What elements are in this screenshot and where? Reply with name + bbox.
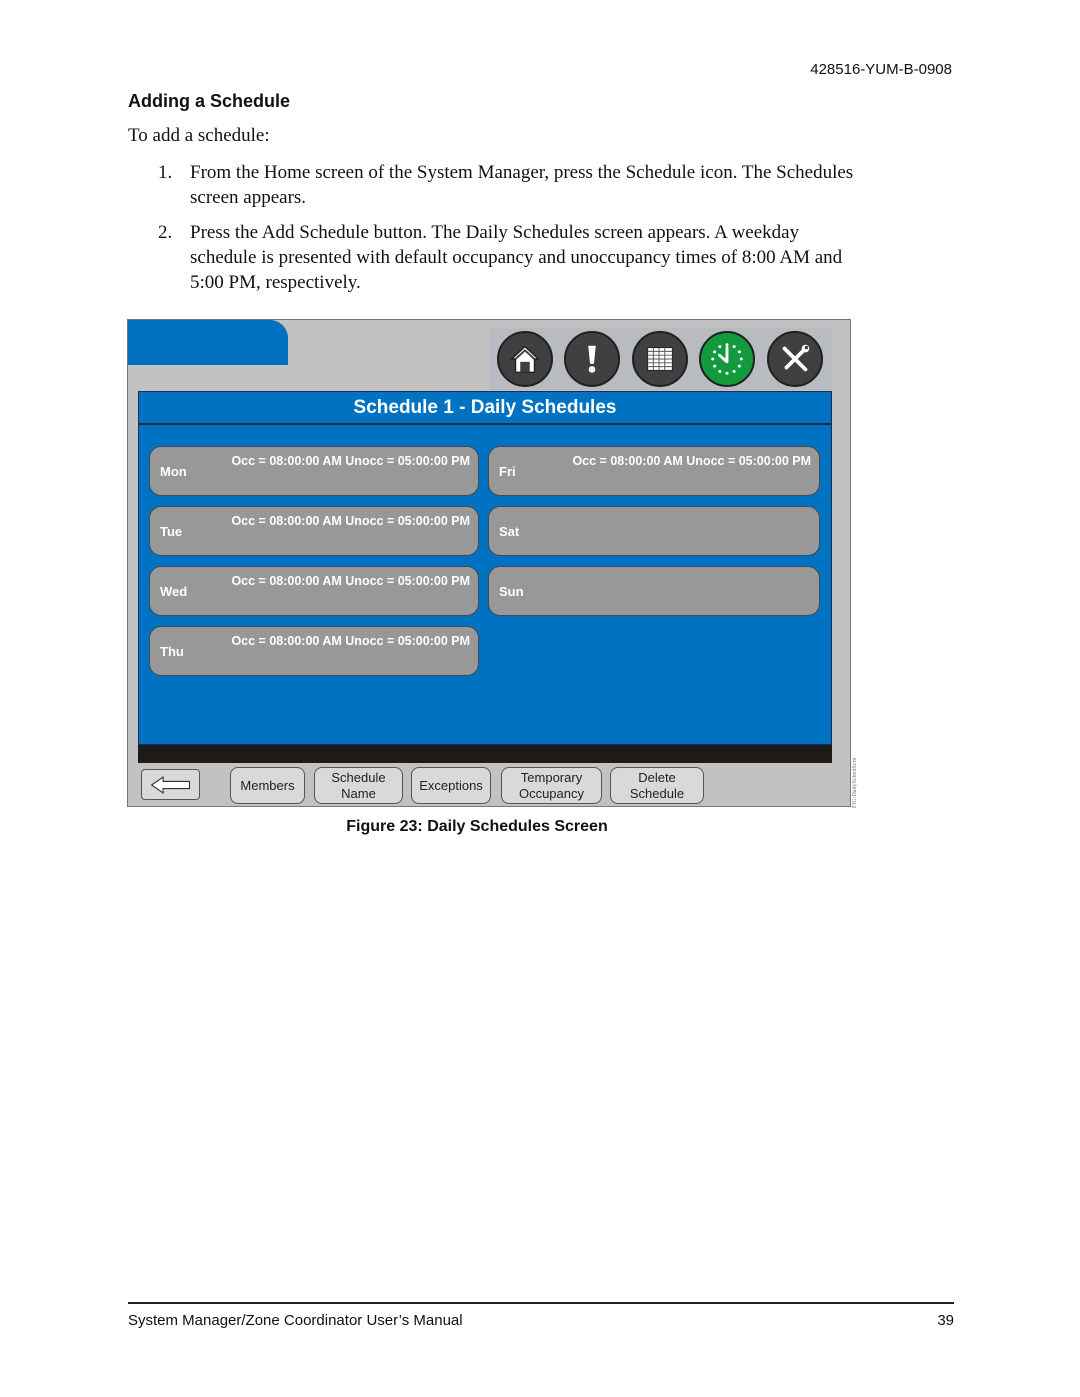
grid-icon — [647, 347, 673, 371]
step-text: Press the Add Schedule button. The Daily… — [190, 222, 843, 293]
section-heading: Adding a Schedule — [128, 91, 291, 111]
day-row-sat[interactable]: Sat — [488, 506, 820, 556]
back-button[interactable] — [141, 769, 200, 800]
delete-schedule-button[interactable]: Delete Schedule — [610, 767, 704, 804]
delete-schedule-label-line1: Delete — [638, 769, 676, 785]
step-number: 1. — [158, 162, 173, 183]
members-label: Members — [240, 777, 295, 793]
delete-schedule-label-line2: Schedule — [629, 785, 685, 801]
figure-caption-text: Figure 23: Daily Schedules Screen — [346, 818, 608, 835]
delete-schedule-label: Delete Schedule — [630, 770, 684, 802]
day-row-thu[interactable]: Thu Occ = 08:00:00 AM Unocc = 05:00:00 P… — [149, 626, 479, 676]
day-label: Thu — [160, 644, 184, 659]
nav-icon-bar — [489, 328, 832, 390]
day-row-mon[interactable]: Mon Occ = 08:00:00 AM Unocc = 05:00:00 P… — [149, 446, 479, 496]
temporary-occupancy-label: Temporary Occupancy — [519, 770, 584, 802]
temporary-occupancy-label-line1: Temporary — [520, 769, 583, 785]
day-row-wed[interactable]: Wed Occ = 08:00:00 AM Unocc = 05:00:00 P… — [149, 566, 479, 616]
daily-schedules-screen: Schedule 1 - Daily Schedules Mon Occ = 0… — [127, 319, 851, 807]
day-row-sun[interactable]: Sun — [488, 566, 820, 616]
schedule-grid-button[interactable] — [632, 331, 688, 387]
day-schedule: Occ = 08:00:00 AM Unocc = 05:00:00 PM — [231, 634, 470, 648]
status-bar — [138, 745, 832, 763]
day-schedule: Occ = 08:00:00 AM Unocc = 05:00:00 PM — [231, 514, 470, 528]
alarm-button[interactable] — [564, 331, 620, 387]
temporary-occupancy-label-line2: Occupancy — [518, 785, 585, 801]
schedule-name-label-line2: Name — [341, 785, 376, 801]
day-label: Wed — [160, 584, 188, 599]
figure-caption: Figure 23: Daily Schedules Screen — [0, 818, 1080, 836]
screen-title: Schedule 1 - Daily Schedules — [139, 392, 831, 425]
figure-tag: FIG:DailySchedScrn — [852, 757, 858, 808]
top-tab — [128, 320, 288, 365]
day-schedule: Occ = 08:00:00 AM Unocc = 05:00:00 PM — [231, 454, 470, 468]
day-label: Mon — [160, 464, 187, 479]
day-row-fri[interactable]: Fri Occ = 08:00:00 AM Unocc = 05:00:00 P… — [488, 446, 820, 496]
home-icon — [509, 345, 541, 374]
exceptions-button[interactable]: Exceptions — [411, 767, 491, 804]
page-number: 39 — [937, 1312, 954, 1329]
day-row-tue[interactable]: Tue Occ = 08:00:00 AM Unocc = 05:00:00 P… — [149, 506, 479, 556]
intro-text: To add a schedule: — [128, 125, 270, 146]
document-id: 428516-YUM-B-0908 — [810, 61, 952, 78]
footer-divider — [128, 1302, 954, 1304]
tools-button[interactable] — [767, 331, 823, 387]
step-text: From the Home screen of the System Manag… — [190, 162, 854, 208]
clock-button[interactable] — [699, 331, 755, 387]
exceptions-label: Exceptions — [419, 777, 483, 793]
day-label: Tue — [160, 524, 183, 539]
temporary-occupancy-button[interactable]: Temporary Occupancy — [501, 767, 602, 804]
tools-icon — [782, 344, 810, 372]
day-schedule: Occ = 08:00:00 AM Unocc = 05:00:00 PM — [231, 574, 470, 588]
day-label: Sun — [499, 584, 524, 599]
step-number: 2. — [158, 222, 173, 243]
day-schedule: Occ = 08:00:00 AM Unocc = 05:00:00 PM — [572, 454, 811, 468]
alarm-icon — [588, 345, 596, 373]
schedule-name-label-line1: Schedule — [331, 769, 386, 785]
footer-title: System Manager/Zone Coordinator User’s M… — [128, 1312, 463, 1329]
day-label: Fri — [499, 464, 516, 479]
daily-schedules-panel: Schedule 1 - Daily Schedules Mon Occ = 0… — [138, 391, 832, 745]
schedule-name-label: Schedule Name — [331, 770, 385, 802]
home-button[interactable] — [497, 331, 553, 387]
clock-icon — [711, 343, 743, 375]
schedule-name-button[interactable]: Schedule Name — [314, 767, 403, 804]
members-button[interactable]: Members — [230, 767, 305, 804]
day-label: Sat — [499, 524, 520, 539]
back-arrow-icon — [150, 775, 190, 794]
